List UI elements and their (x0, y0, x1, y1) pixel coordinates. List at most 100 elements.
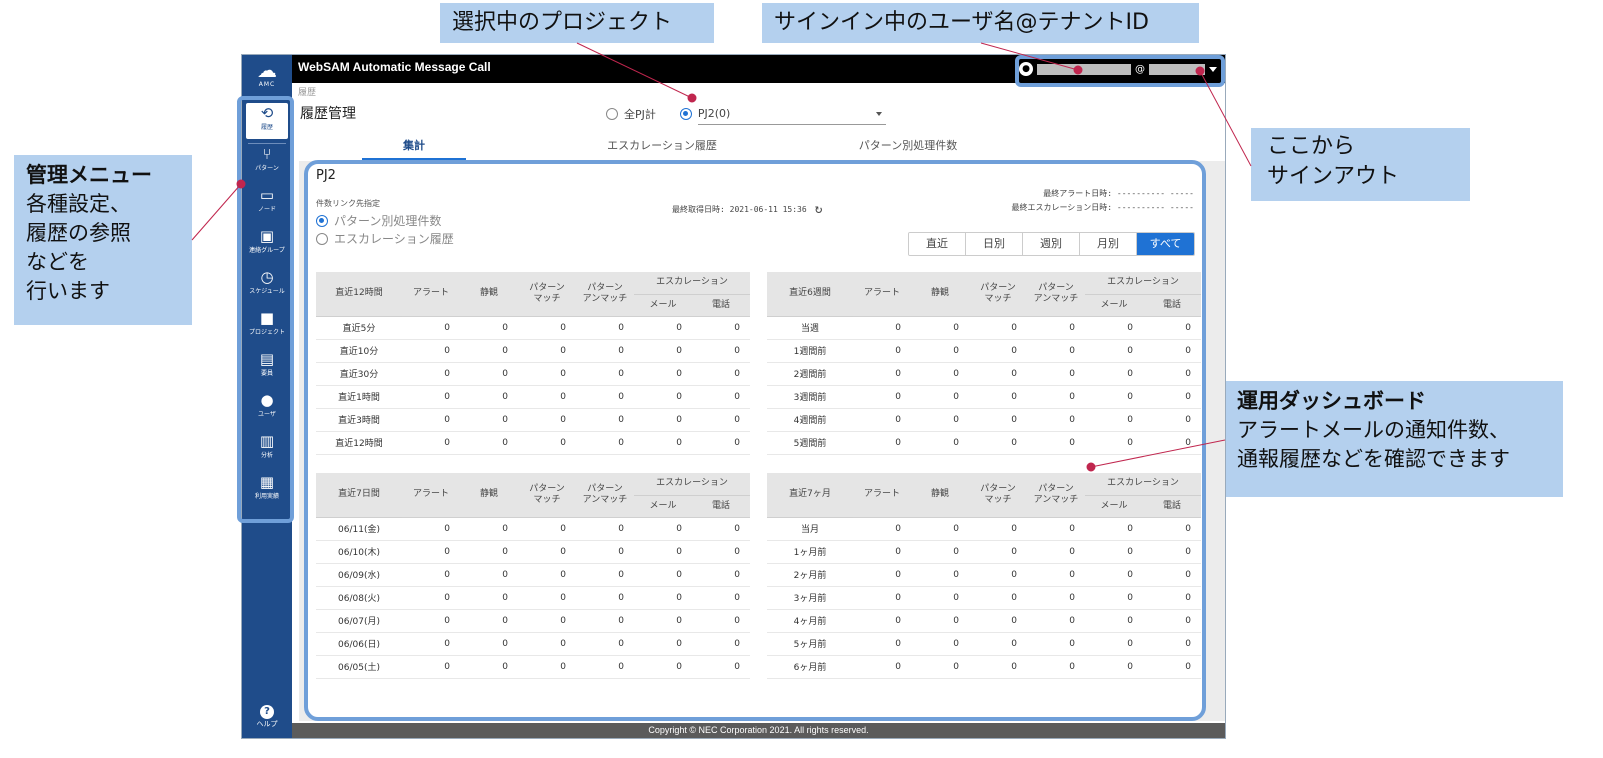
count-cell[interactable]: 0 (402, 563, 460, 587)
count-cell[interactable]: 0 (853, 655, 911, 679)
count-cell[interactable]: 0 (576, 609, 634, 633)
refresh-icon[interactable]: ↻ (815, 202, 823, 217)
count-cell[interactable]: 0 (1143, 632, 1201, 656)
count-cell[interactable]: 0 (1027, 632, 1085, 656)
tab-summary[interactable]: 集計 (362, 133, 466, 159)
count-cell[interactable]: 0 (1027, 540, 1085, 564)
count-cell[interactable]: 0 (576, 339, 634, 363)
count-cell[interactable]: 0 (853, 385, 911, 409)
count-cell[interactable]: 0 (402, 339, 460, 363)
count-cell[interactable]: 0 (576, 540, 634, 564)
period-button-1[interactable]: 日別 (966, 233, 1023, 255)
count-cell[interactable]: 0 (1143, 517, 1201, 541)
count-cell[interactable]: 0 (692, 517, 750, 541)
count-cell[interactable]: 0 (576, 385, 634, 409)
count-cell[interactable]: 0 (634, 632, 692, 656)
count-cell[interactable]: 0 (402, 609, 460, 633)
count-cell[interactable]: 0 (1085, 362, 1143, 386)
count-cell[interactable]: 0 (1143, 339, 1201, 363)
count-cell[interactable]: 0 (402, 316, 460, 340)
count-cell[interactable]: 0 (853, 609, 911, 633)
count-cell[interactable]: 0 (692, 431, 750, 455)
count-cell[interactable]: 0 (576, 586, 634, 610)
count-cell[interactable]: 0 (1085, 586, 1143, 610)
count-cell[interactable]: 0 (853, 517, 911, 541)
count-cell[interactable]: 0 (576, 316, 634, 340)
count-cell[interactable]: 0 (518, 563, 576, 587)
count-cell[interactable]: 0 (969, 517, 1027, 541)
period-button-3[interactable]: 月別 (1080, 233, 1137, 255)
all-projects-radio[interactable] (606, 108, 618, 120)
count-cell[interactable]: 0 (853, 408, 911, 432)
tab-escalation-history[interactable]: エスカレーション履歴 (592, 133, 732, 159)
count-cell[interactable]: 0 (634, 586, 692, 610)
count-cell[interactable]: 0 (1085, 431, 1143, 455)
count-cell[interactable]: 0 (1143, 362, 1201, 386)
count-cell[interactable]: 0 (460, 586, 518, 610)
count-cell[interactable]: 0 (692, 316, 750, 340)
count-cell[interactable]: 0 (460, 339, 518, 363)
count-cell[interactable]: 0 (853, 540, 911, 564)
period-button-2[interactable]: 週別 (1023, 233, 1080, 255)
count-cell[interactable]: 0 (692, 655, 750, 679)
count-cell[interactable]: 0 (460, 540, 518, 564)
count-cell[interactable]: 0 (1027, 655, 1085, 679)
count-cell[interactable]: 0 (518, 316, 576, 340)
count-cell[interactable]: 0 (634, 339, 692, 363)
count-cell[interactable]: 0 (911, 540, 969, 564)
count-cell[interactable]: 0 (576, 517, 634, 541)
count-cell[interactable]: 0 (460, 517, 518, 541)
count-cell[interactable]: 0 (853, 431, 911, 455)
count-cell[interactable]: 0 (1085, 563, 1143, 587)
count-cell[interactable]: 0 (518, 431, 576, 455)
count-cell[interactable]: 0 (1143, 408, 1201, 432)
count-cell[interactable]: 0 (576, 408, 634, 432)
count-cell[interactable]: 0 (911, 632, 969, 656)
count-cell[interactable]: 0 (460, 655, 518, 679)
tab-pattern-counts[interactable]: パターン別処理件数 (838, 133, 978, 159)
count-cell[interactable]: 0 (1143, 385, 1201, 409)
count-cell[interactable]: 0 (634, 517, 692, 541)
count-cell[interactable]: 0 (634, 362, 692, 386)
count-cell[interactable]: 0 (634, 609, 692, 633)
link-option-escalation[interactable]: エスカレーション履歴 (316, 230, 454, 247)
count-cell[interactable]: 0 (911, 316, 969, 340)
count-cell[interactable]: 0 (518, 362, 576, 386)
count-cell[interactable]: 0 (460, 362, 518, 386)
count-cell[interactable]: 0 (1027, 609, 1085, 633)
count-cell[interactable]: 0 (911, 655, 969, 679)
count-cell[interactable]: 0 (692, 632, 750, 656)
count-cell[interactable]: 0 (402, 517, 460, 541)
breadcrumb[interactable]: 履歴 (298, 85, 316, 98)
count-cell[interactable]: 0 (853, 362, 911, 386)
count-cell[interactable]: 0 (1143, 563, 1201, 587)
count-cell[interactable]: 0 (692, 540, 750, 564)
count-cell[interactable]: 0 (853, 339, 911, 363)
count-cell[interactable]: 0 (969, 586, 1027, 610)
count-cell[interactable]: 0 (634, 563, 692, 587)
count-cell[interactable]: 0 (911, 517, 969, 541)
count-cell[interactable]: 0 (518, 540, 576, 564)
help-button[interactable]: ? ヘルプ (242, 705, 292, 729)
count-cell[interactable]: 0 (853, 563, 911, 587)
count-cell[interactable]: 0 (969, 431, 1027, 455)
count-cell[interactable]: 0 (518, 385, 576, 409)
count-cell[interactable]: 0 (969, 408, 1027, 432)
count-cell[interactable]: 0 (402, 362, 460, 386)
count-cell[interactable]: 0 (518, 339, 576, 363)
count-cell[interactable]: 0 (969, 316, 1027, 340)
count-cell[interactable]: 0 (969, 563, 1027, 587)
count-cell[interactable]: 0 (1085, 632, 1143, 656)
count-cell[interactable]: 0 (692, 408, 750, 432)
count-cell[interactable]: 0 (1085, 540, 1143, 564)
count-cell[interactable]: 0 (402, 586, 460, 610)
count-cell[interactable]: 0 (692, 609, 750, 633)
count-cell[interactable]: 0 (576, 431, 634, 455)
count-cell[interactable]: 0 (911, 431, 969, 455)
count-cell[interactable]: 0 (853, 586, 911, 610)
count-cell[interactable]: 0 (1027, 385, 1085, 409)
count-cell[interactable]: 0 (460, 316, 518, 340)
count-cell[interactable]: 0 (969, 632, 1027, 656)
project-dropdown[interactable]: PJ2(0) (697, 103, 886, 125)
count-cell[interactable]: 0 (911, 339, 969, 363)
